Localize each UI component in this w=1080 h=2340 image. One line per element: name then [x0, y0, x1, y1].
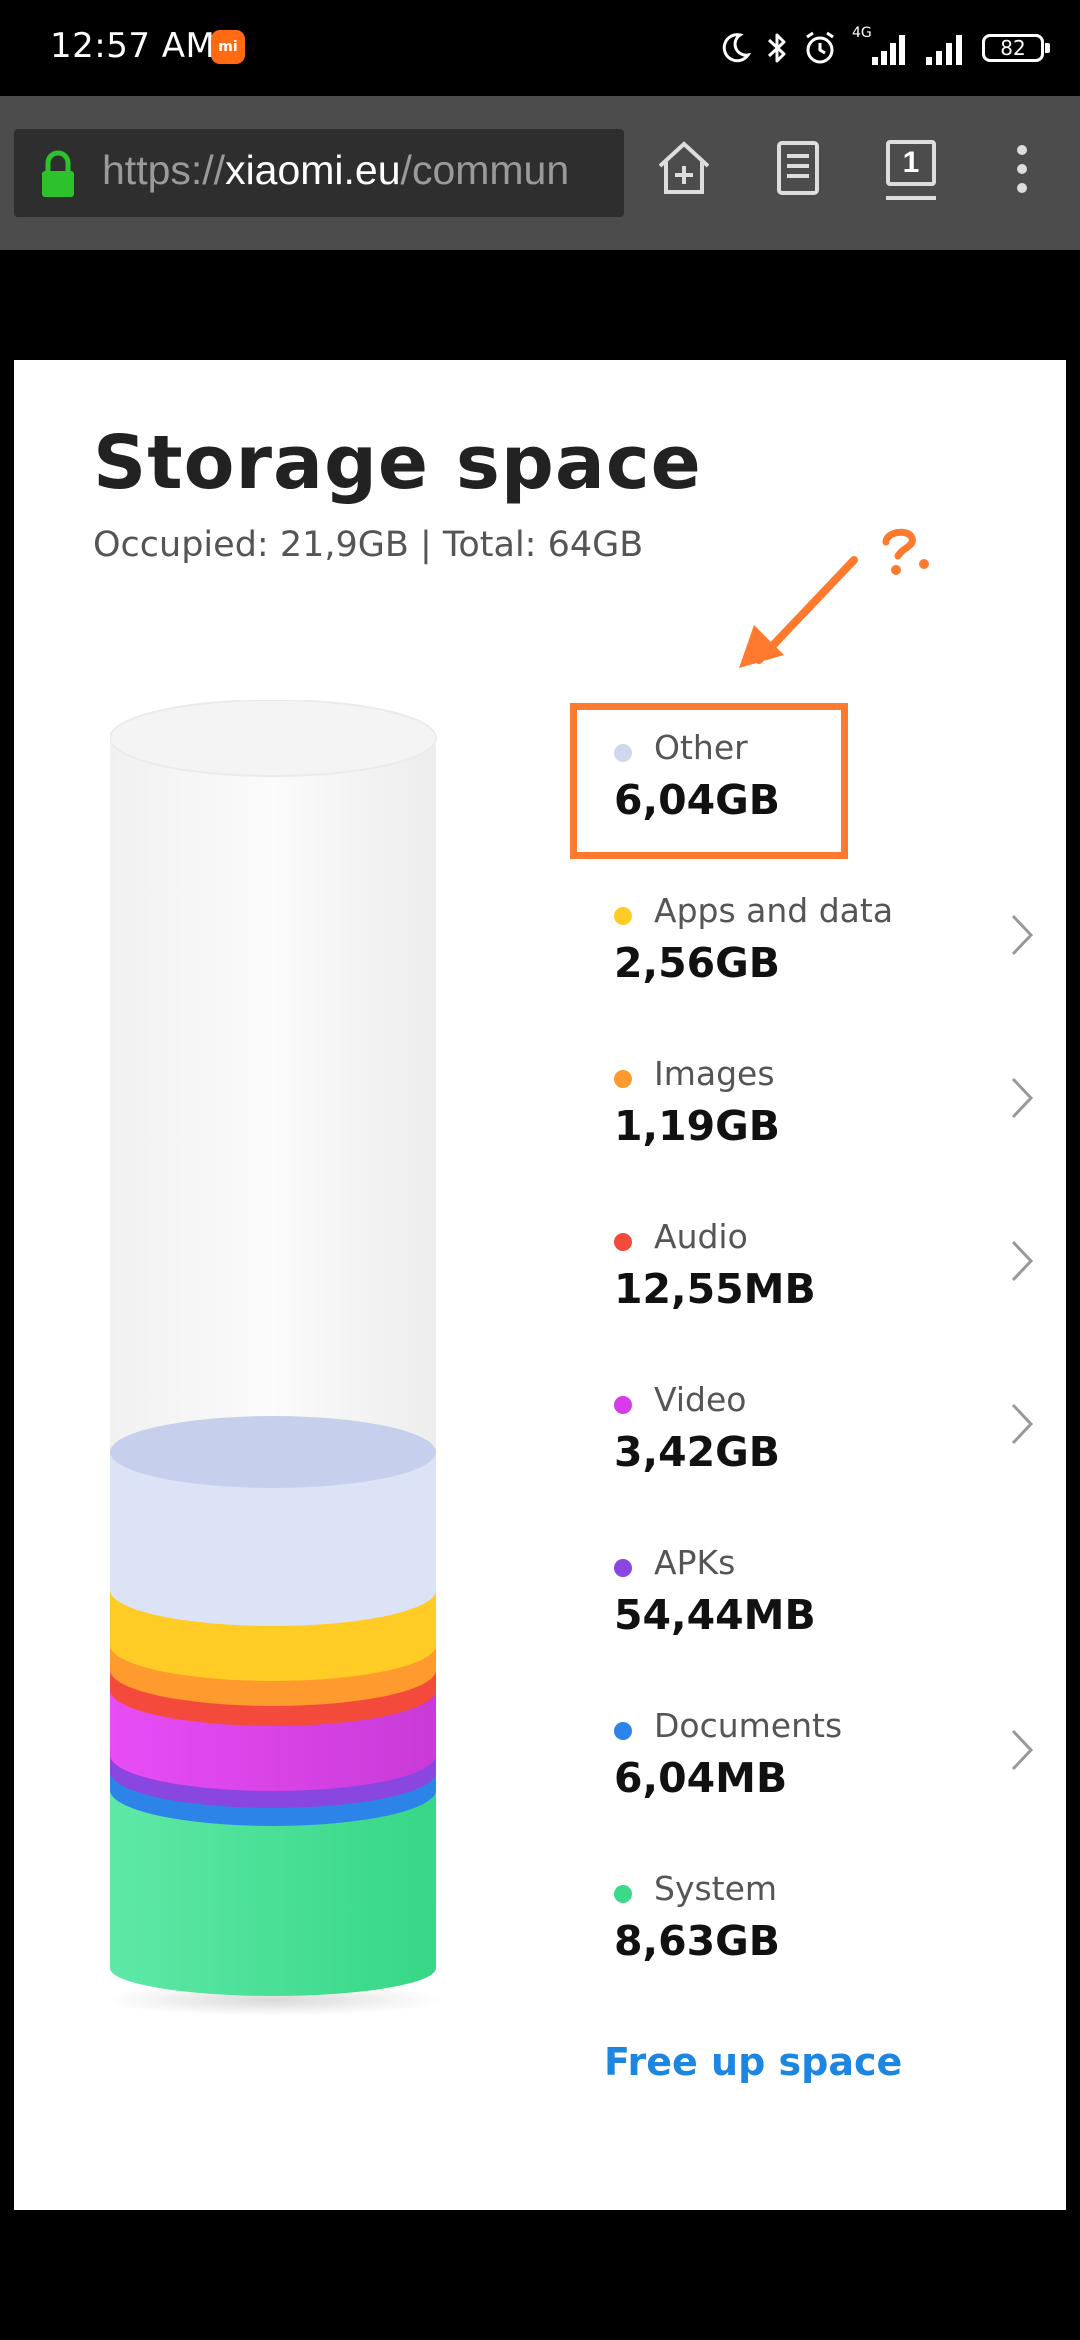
battery-level: 82 — [1000, 36, 1026, 60]
audio-value: 12,55MB — [614, 1265, 816, 1313]
home-add-icon[interactable] — [652, 136, 716, 200]
documents-dot — [614, 1722, 632, 1740]
bluetooth-icon — [767, 33, 786, 63]
tabs-underline — [886, 196, 936, 200]
audio-label: Audio — [654, 1217, 748, 1256]
status-icons: 4G 82 — [718, 22, 1050, 74]
chevron-right-icon — [1011, 1077, 1034, 1119]
storage-screenshot: Storage space Occupied: 21,9GB | Total: … — [14, 360, 1066, 2210]
documents-value: 6,04MB — [614, 1754, 788, 1802]
images-value: 1,19GB — [614, 1102, 781, 1150]
video-label: Video — [654, 1380, 747, 1419]
system-label: System — [654, 1869, 778, 1908]
apps-dot — [614, 907, 632, 925]
video-value: 3,42GB — [614, 1428, 781, 1476]
reader-icon[interactable] — [776, 140, 820, 196]
legend-item-system: System 8,63GB — [614, 1861, 1034, 1971]
address-bar[interactable]: https://xiaomi.eu/commun — [14, 129, 624, 217]
video-dot — [614, 1396, 632, 1414]
chevron-right-icon — [1011, 1729, 1034, 1771]
legend-item-video[interactable]: Video 3,42GB — [614, 1372, 1034, 1482]
url-text[interactable]: https://xiaomi.eu/commun — [102, 147, 569, 194]
system-dot — [614, 1885, 632, 1903]
legend-item-documents[interactable]: Documents 6,04MB — [614, 1698, 1034, 1808]
url-scheme: https:// — [102, 147, 226, 193]
audio-dot — [614, 1233, 632, 1251]
more-icon[interactable] — [1014, 144, 1030, 194]
storage-cylinder — [110, 700, 443, 2016]
chevron-right-icon — [1011, 1240, 1034, 1282]
url-host: xiaomi.eu — [225, 147, 401, 193]
legend-item-audio[interactable]: Audio 12,55MB — [614, 1209, 1034, 1319]
chevron-right-icon — [1011, 914, 1034, 956]
apks-dot — [614, 1559, 632, 1577]
apps-value: 2,56GB — [614, 939, 781, 987]
question-mark-icon — [882, 528, 929, 575]
other-dot — [614, 744, 632, 762]
mi-app-icon: mi — [211, 30, 245, 64]
legend-item-apks: APKs 54,44MB — [614, 1535, 1034, 1645]
apks-value: 54,44MB — [614, 1591, 816, 1639]
signal-icon — [926, 35, 962, 65]
browser-toolbar: https://xiaomi.eu/commun 1 — [0, 96, 1080, 250]
lock-icon — [42, 150, 74, 197]
tabs-button[interactable]: 1 — [886, 140, 936, 186]
legend-item-other: Other 6,04GB — [614, 720, 1034, 830]
clock: 12:57 AM — [50, 26, 216, 66]
status-bar: 12:57 AM mi 4G 82 — [0, 0, 1080, 96]
legend-item-images[interactable]: Images 1,19GB — [614, 1046, 1034, 1156]
battery-icon: 82 — [982, 34, 1050, 62]
apps-label: Apps and data — [654, 891, 894, 930]
legend-item-apps-and-data[interactable]: Apps and data 2,56GB — [614, 883, 1034, 993]
moon-icon — [722, 33, 752, 63]
system-value: 8,63GB — [614, 1917, 781, 1965]
chevron-right-icon — [1011, 1403, 1034, 1445]
images-label: Images — [654, 1054, 775, 1093]
images-dot — [614, 1070, 632, 1088]
other-value: 6,04GB — [614, 776, 781, 824]
other-label: Other — [654, 728, 748, 767]
alarm-icon — [806, 31, 834, 64]
apks-label: APKs — [654, 1543, 736, 1582]
free-up-space-button[interactable]: Free up space — [604, 2040, 902, 2084]
url-path: /commun — [400, 147, 570, 193]
cellular-4g-icon: 4G — [852, 25, 910, 67]
documents-label: Documents — [654, 1706, 843, 1745]
